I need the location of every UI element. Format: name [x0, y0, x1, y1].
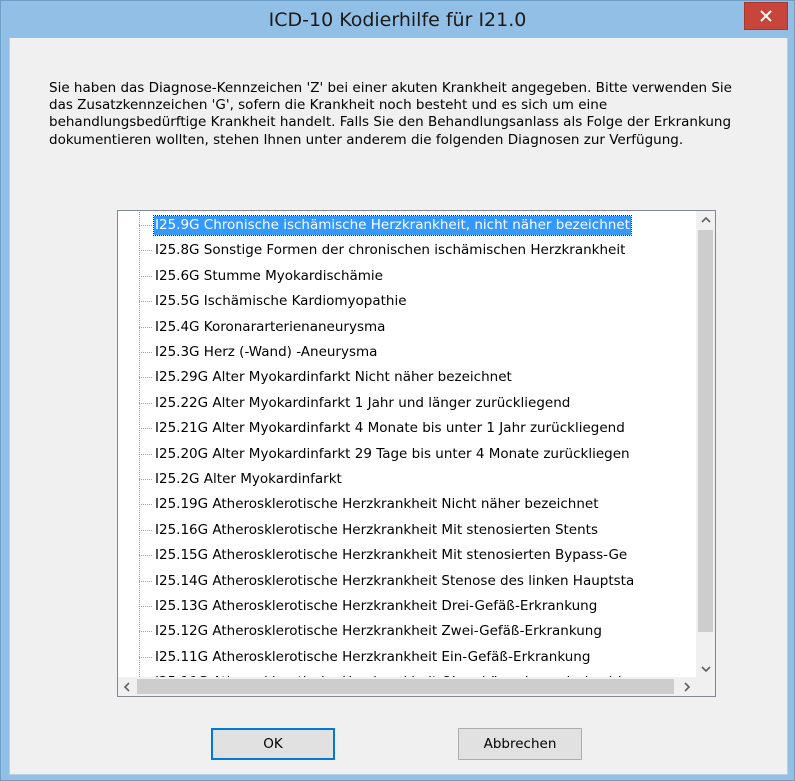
- tree-item-label: I25.29G Alter Myokardinfarkt Nicht näher…: [155, 369, 512, 386]
- scroll-up-button[interactable]: [696, 211, 715, 228]
- scroll-left-button[interactable]: [118, 677, 135, 696]
- tree-connector: [139, 504, 152, 506]
- chevron-right-icon: [684, 681, 691, 692]
- tree-item-label: I25.11G Atherosklerotische Herzkrankheit…: [155, 648, 591, 665]
- tree-item-label: I25.16G Atherosklerotische Herzkrankheit…: [155, 521, 598, 538]
- tree-connector: [139, 275, 152, 277]
- tree-connector: [139, 301, 152, 303]
- tree-item[interactable]: I25.21G Alter Myokardinfarkt 4 Monate bi…: [139, 416, 696, 440]
- tree-connector: [139, 250, 152, 252]
- tree-item-label: I25.2G Alter Myokardinfarkt: [155, 471, 342, 487]
- tree-item-label: I25.15G Atherosklerotische Herzkrankheit…: [155, 547, 628, 564]
- tree-item[interactable]: I25.29G Alter Myokardinfarkt Nicht näher…: [139, 365, 696, 389]
- tree-item-label: I25.5G Ischämische Kardiomyopathie: [155, 293, 407, 310]
- ok-button[interactable]: OK: [211, 728, 335, 760]
- chevron-left-icon: [123, 681, 130, 692]
- tree-item[interactable]: I25.8G Sonstige Formen der chronischen i…: [139, 238, 696, 262]
- info-message: Sie haben das Diagnose-Kennzeichen 'Z' b…: [49, 80, 732, 148]
- chevron-down-icon: [700, 666, 711, 673]
- horizontal-scrollbar[interactable]: [118, 677, 696, 696]
- tree-item-label: I25.22G Alter Myokardinfarkt 1 Jahr und …: [155, 394, 571, 411]
- tree-item[interactable]: I25.12G Atherosklerotische Herzkrankheit…: [139, 619, 696, 643]
- tree-connector: [139, 352, 152, 353]
- tree-item[interactable]: I25.4G Koronararterienaneurysma: [139, 315, 696, 339]
- diagnosis-tree-list[interactable]: I25.9G Chronische ischämische Herzkrankh…: [117, 210, 716, 697]
- tree-connector: [139, 479, 152, 480]
- scroll-down-button[interactable]: [696, 661, 715, 678]
- tree-item[interactable]: I25.2G Alter Myokardinfarkt: [139, 467, 696, 491]
- dialog-window: ICD-10 Kodierhilfe für I21.0 Sie haben d…: [0, 0, 795, 781]
- tree-item-label: I25.21G Alter Myokardinfarkt 4 Monate bi…: [155, 420, 625, 437]
- scroll-right-button[interactable]: [679, 677, 696, 696]
- vertical-scroll-thumb[interactable]: [698, 230, 713, 632]
- cancel-button[interactable]: Abbrechen: [458, 728, 582, 760]
- tree-item[interactable]: I25.16G Atherosklerotische Herzkrankheit…: [139, 518, 696, 542]
- tree-item[interactable]: I25.14G Atherosklerotische Herzkrankheit…: [139, 569, 696, 593]
- tree-item-label: I25.4G Koronararterienaneurysma: [155, 318, 386, 335]
- tree-item[interactable]: I25.5G Ischämische Kardiomyopathie: [139, 289, 696, 313]
- tree-item-label: I25.20G Alter Myokardinfarkt 29 Tage bis…: [155, 445, 630, 462]
- tree-item[interactable]: I25.13G Atherosklerotische Herzkrankheit…: [139, 594, 696, 618]
- tree-item-label: I25.19G Atherosklerotische Herzkrankheit…: [155, 496, 599, 513]
- tree-viewport: I25.9G Chronische ischämische Herzkrankh…: [119, 212, 696, 679]
- tree-connector: [139, 656, 152, 658]
- tree-item[interactable]: I25.19G Atherosklerotische Herzkrankheit…: [139, 492, 696, 516]
- horizontal-scroll-thumb[interactable]: [137, 679, 674, 694]
- tree-connector: [139, 326, 152, 328]
- tree-item-label: I25.12G Atherosklerotische Herzkrankheit…: [155, 623, 602, 640]
- tree-connector: [139, 580, 152, 582]
- tree-item-label: I25.9G Chronische ischämische Herzkrankh…: [153, 215, 632, 236]
- tree-connector: [139, 225, 152, 226]
- dialog-client-area: Sie haben das Diagnose-Kennzeichen 'Z' b…: [9, 38, 788, 775]
- title-bar[interactable]: ICD-10 Kodierhilfe für I21.0: [1, 1, 794, 37]
- window-title: ICD-10 Kodierhilfe für I21.0: [268, 9, 527, 31]
- close-icon: [760, 10, 772, 22]
- tree-item-label: I25.3G Herz (-Wand) -Aneurysma: [155, 344, 378, 360]
- tree-connector: [139, 428, 152, 430]
- tree-connector: [139, 631, 152, 633]
- tree-connector: [139, 402, 152, 404]
- tree-item[interactable]: I25.9G Chronische ischämische Herzkrankh…: [139, 213, 696, 237]
- tree-item[interactable]: I25.11G Atherosklerotische Herzkrankheit…: [139, 645, 696, 669]
- close-button[interactable]: [744, 2, 788, 30]
- tree-connector: [139, 453, 152, 455]
- tree-connector: [139, 555, 152, 557]
- tree-item-label: I25.14G Atherosklerotische Herzkrankheit…: [155, 572, 635, 589]
- vertical-scrollbar[interactable]: [696, 211, 715, 678]
- tree-item[interactable]: I25.6G Stumme Myokardischämie: [139, 264, 696, 288]
- tree-item-label: I25.8G Sonstige Formen der chronischen i…: [155, 242, 626, 259]
- tree-item[interactable]: I25.3G Herz (-Wand) -Aneurysma: [139, 340, 696, 364]
- tree-connector: [139, 377, 152, 379]
- chevron-up-icon: [700, 216, 711, 223]
- tree-item[interactable]: I25.22G Alter Myokardinfarkt 1 Jahr und …: [139, 391, 696, 415]
- tree-item-label: I25.6G Stumme Myokardischämie: [155, 267, 383, 284]
- scrollbar-corner: [696, 677, 715, 696]
- tree-item-label: I25.13G Atherosklerotische Herzkrankheit…: [155, 598, 598, 614]
- tree-connector: [139, 529, 152, 531]
- tree-item[interactable]: I25.15G Atherosklerotische Herzkrankheit…: [139, 543, 696, 567]
- tree-item[interactable]: I25.20G Alter Myokardinfarkt 29 Tage bis…: [139, 442, 696, 466]
- tree-connector: [139, 606, 152, 607]
